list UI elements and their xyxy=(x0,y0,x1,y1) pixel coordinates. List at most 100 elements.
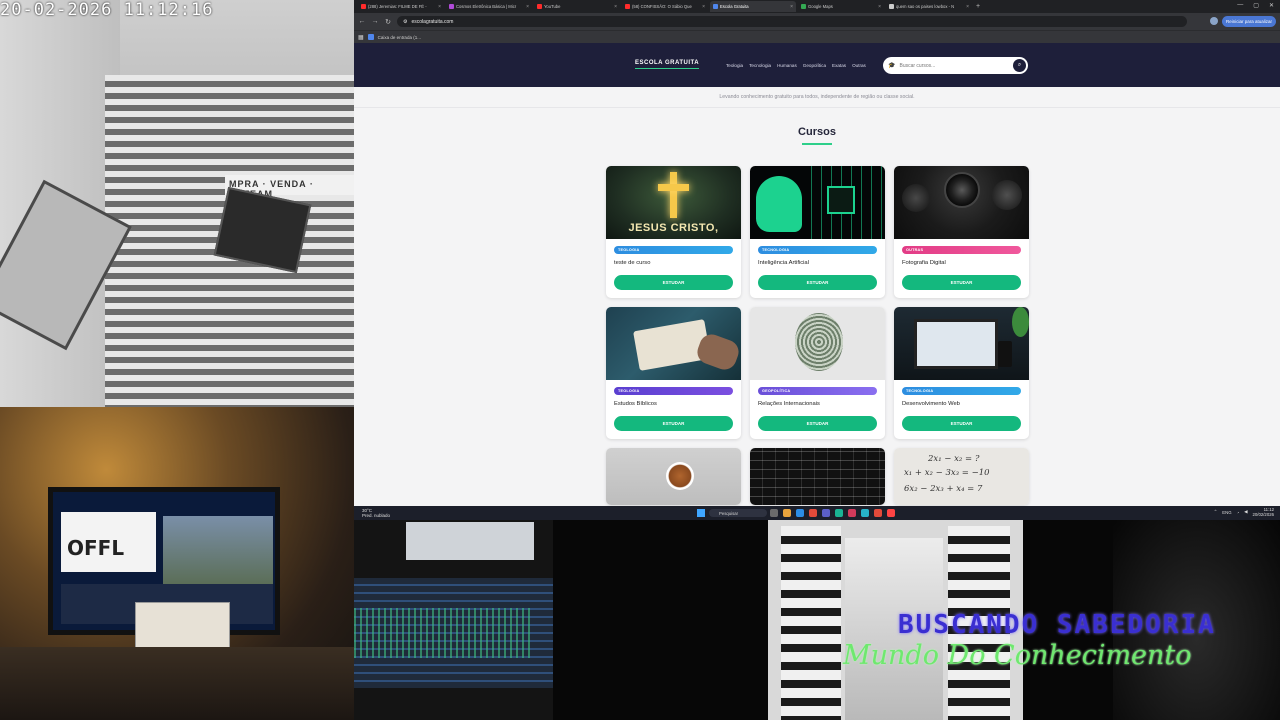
profile-avatar[interactable] xyxy=(1210,17,1218,25)
study-button[interactable]: ESTUDAR xyxy=(902,416,1021,431)
site-tagline: Levando conhecimento gratuito para todos… xyxy=(354,87,1280,108)
minimize-icon[interactable]: — xyxy=(1237,2,1243,9)
course-title: Estudos Bíblicos xyxy=(614,401,657,407)
tab-favicon-icon xyxy=(537,4,542,9)
file-explorer-icon[interactable] xyxy=(783,509,791,517)
bookmark-inbox[interactable]: Caixa de entrada (1... xyxy=(378,35,421,40)
browser-tab[interactable]: (288) Jeremias: FILME DE FÉ - × xyxy=(358,1,444,12)
study-button[interactable]: ESTUDAR xyxy=(614,275,733,290)
nav-link[interactable]: Outras xyxy=(852,63,866,68)
apps-grid-icon[interactable]: ▦ xyxy=(358,34,364,41)
course-image-cross: JESUS CRISTO, xyxy=(606,166,741,239)
lens-icon xyxy=(902,184,930,212)
tab-close-icon[interactable]: × xyxy=(526,4,529,10)
course-card[interactable]: TEOLOGIA Estudos Bíblicos ESTUDAR xyxy=(606,307,741,439)
close-icon[interactable]: ✕ xyxy=(1269,2,1274,9)
study-button[interactable]: ESTUDAR xyxy=(614,416,733,431)
nav-link[interactable]: Exatas xyxy=(832,63,846,68)
tab-label: Cosmos Eletrônica Básica | Micr xyxy=(456,4,517,9)
course-title: Relações Internacionais xyxy=(758,401,820,407)
taskbar-search[interactable]: Pesquisar xyxy=(709,509,767,517)
nav-link[interactable]: Geopolítica xyxy=(803,63,826,68)
study-button[interactable]: ESTUDAR xyxy=(758,416,877,431)
volume-icon[interactable]: ◀ xyxy=(1244,509,1247,515)
study-button[interactable]: ESTUDAR xyxy=(902,275,1021,290)
chalk-formulas xyxy=(750,448,885,505)
start-icon[interactable] xyxy=(697,509,705,517)
tab-close-icon[interactable]: × xyxy=(966,4,969,10)
back-icon[interactable]: ← xyxy=(358,18,366,25)
equation-line: 6x₂ − 2x₃ + x₄ = 7 xyxy=(904,484,983,494)
course-card[interactable]: JESUS CRISTO, TEOLOGIA teste de curso ES… xyxy=(606,166,741,298)
clock[interactable]: 11:12 20/02/2026 xyxy=(1252,507,1274,517)
search-button[interactable]: ⌕ xyxy=(1013,59,1026,72)
forward-icon[interactable]: → xyxy=(371,18,379,25)
audio-waveform xyxy=(354,608,534,658)
chrome-icon[interactable] xyxy=(809,509,817,517)
tray-lang[interactable]: ENG xyxy=(1222,510,1231,515)
monitor-video-pane xyxy=(163,516,273,586)
teams-icon[interactable] xyxy=(822,509,830,517)
tab-label: quem sao os paises lowbox - N xyxy=(896,4,955,9)
nav-link[interactable]: Teologia xyxy=(726,63,743,68)
chip-icon xyxy=(827,186,855,214)
app-icon[interactable] xyxy=(874,509,882,517)
browser-tab[interactable]: (58) CONFISSÃO: O Sábio Que × xyxy=(622,1,708,12)
course-card[interactable] xyxy=(606,448,741,505)
course-search-input[interactable] xyxy=(899,62,1000,69)
app-icon[interactable] xyxy=(848,509,856,517)
address-bar[interactable]: ⚙ escolagratuita.com xyxy=(397,16,1187,27)
course-card[interactable]: TECNOLOGIA Desenvolvimento Web ESTUDAR xyxy=(894,307,1029,439)
app-icon[interactable] xyxy=(835,509,843,517)
clock-date: 20/02/2026 xyxy=(1252,512,1274,517)
cross-icon xyxy=(670,172,677,218)
wifi-icon[interactable]: ◔ xyxy=(1237,510,1240,515)
tab-label: YouTube xyxy=(544,4,561,9)
app-icon[interactable] xyxy=(861,509,869,517)
restart-update-button[interactable]: Reiniciar para atualizar xyxy=(1221,16,1276,27)
browser-tab[interactable]: Escola Gratuita × xyxy=(710,1,796,12)
course-card[interactable] xyxy=(750,448,885,505)
site-logo[interactable]: ESCOLA GRATUITA xyxy=(635,60,700,69)
image-caption: JESUS CRISTO, xyxy=(628,222,719,234)
course-card[interactable]: OUTRAS Fotografia Digital ESTUDAR xyxy=(894,166,1029,298)
edge-icon[interactable] xyxy=(796,509,804,517)
windows-taskbar: 30°C Pred. nublado Pesquisar ⌃ ENG ◔ ◀ 1… xyxy=(354,506,1280,520)
browser-tab[interactable]: quem sao os paises lowbox - N × xyxy=(886,1,972,12)
tab-close-icon[interactable]: × xyxy=(702,4,705,10)
task-view-icon[interactable] xyxy=(770,509,778,517)
search-icon: ⌕ xyxy=(1017,62,1022,68)
shutter-left xyxy=(781,526,841,720)
weather-widget[interactable]: 30°C Pred. nublado xyxy=(362,508,390,518)
tray-chevron-icon[interactable]: ⌃ xyxy=(1214,509,1218,515)
tab-close-icon[interactable]: × xyxy=(790,4,793,10)
taskbar-search-label: Pesquisar xyxy=(719,510,739,516)
app-icon[interactable] xyxy=(887,509,895,517)
tab-favicon-icon xyxy=(889,4,894,9)
course-card[interactable]: TECNOLOGIA Inteligência Artificial ESTUD… xyxy=(750,166,885,298)
study-button[interactable]: ESTUDAR xyxy=(758,275,877,290)
browser-tab[interactable]: Cosmos Eletrônica Básica | Micr × xyxy=(446,1,532,12)
tab-close-icon[interactable]: × xyxy=(878,4,881,10)
nav-link[interactable]: Humanas xyxy=(777,63,797,68)
category-badge: TEOLOGIA xyxy=(614,246,733,254)
course-title: teste de curso xyxy=(614,260,651,266)
overlay-title: BUSCANDO SABEDORIA xyxy=(898,610,1216,640)
category-badge: TEOLOGIA xyxy=(614,387,733,395)
tab-close-icon[interactable]: × xyxy=(438,4,441,10)
camera-feed-entrance: BUSCANDO SABEDORIA Mundo Do Conhecimento xyxy=(553,518,1280,720)
maximize-icon[interactable]: ▢ xyxy=(1253,2,1259,9)
overlay-subtitle: Mundo Do Conhecimento xyxy=(843,640,1192,671)
nav-link[interactable]: Tecnologia xyxy=(749,63,771,68)
tab-close-icon[interactable]: × xyxy=(614,4,617,10)
browser-tab[interactable]: Google Maps × xyxy=(798,1,884,12)
camera-feed-studio xyxy=(354,518,554,720)
reload-icon[interactable]: ↻ xyxy=(384,18,392,26)
screen: MPRA · VENDA · LOTEAM 20-02-2026 11:12:1… xyxy=(0,0,1280,720)
browser-tab[interactable]: YouTube × xyxy=(534,1,620,12)
site-info-icon[interactable]: ⚙ xyxy=(403,19,407,25)
course-card[interactable]: 2x₁ − x₂ = ? x₁ + x₂ − 3x₃ = −10 6x₂ − 2… xyxy=(894,448,1029,505)
course-card[interactable]: GEOPOLÍTICA Relações Internacionais ESTU… xyxy=(750,307,885,439)
tab-favicon-icon xyxy=(625,4,630,9)
new-tab-icon[interactable]: + xyxy=(976,3,980,10)
